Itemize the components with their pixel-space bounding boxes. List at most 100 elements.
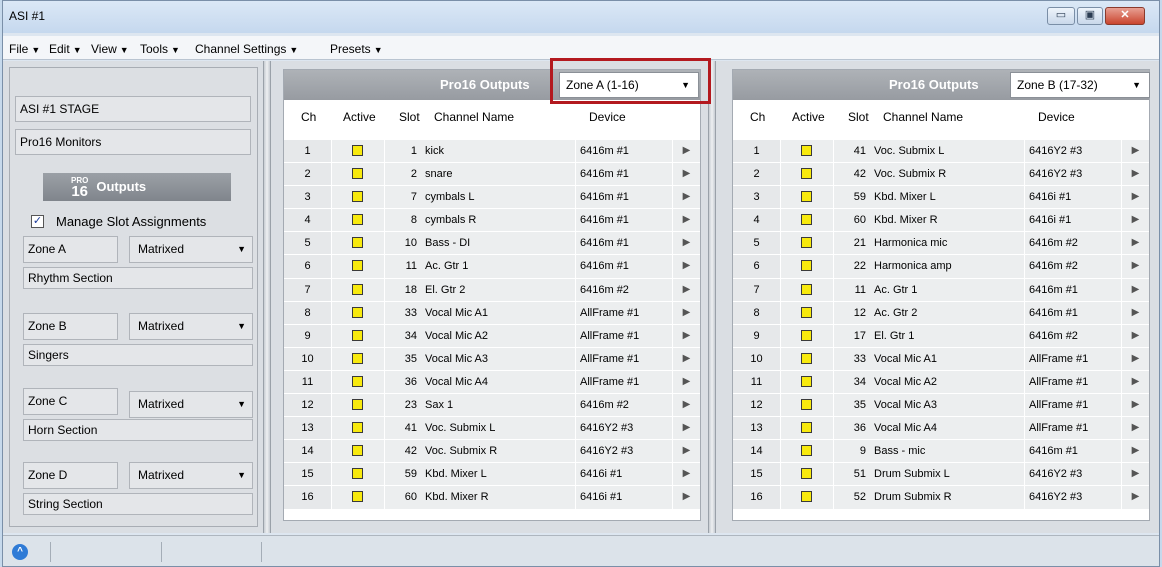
- active-checkbox[interactable]: [352, 283, 363, 295]
- device-desc-field[interactable]: Pro16 Monitors: [15, 129, 251, 155]
- active-checkbox[interactable]: [801, 168, 812, 180]
- active-checkbox[interactable]: [352, 445, 363, 457]
- maximize-button[interactable]: ▣: [1077, 7, 1103, 25]
- zone-desc-field[interactable]: Rhythm Section: [23, 267, 253, 289]
- table-row[interactable]: 14 9 Bass - mic 6416m #1 ▶: [733, 440, 1149, 464]
- row-arrow-icon[interactable]: ▶: [1122, 440, 1149, 463]
- table-row[interactable]: 6 22 Harmonica amp 6416m #2 ▶: [733, 255, 1149, 279]
- row-arrow-icon[interactable]: ▶: [673, 163, 700, 186]
- zone-select[interactable]: Zone B (17-32) ▼: [1010, 72, 1150, 98]
- active-checkbox[interactable]: [801, 375, 812, 387]
- row-arrow-icon[interactable]: ▶: [673, 370, 700, 394]
- table-row[interactable]: 6 11 Ac. Gtr 1 6416m #1 ▶: [284, 255, 700, 279]
- row-arrow-icon[interactable]: ▶: [673, 486, 700, 509]
- device-name-field[interactable]: ASI #1 STAGE: [15, 96, 251, 122]
- active-checkbox[interactable]: [352, 329, 363, 341]
- zone-name-field[interactable]: Zone A: [23, 236, 118, 263]
- table-row[interactable]: 2 42 Voc. Submix R 6416Y2 #3 ▶: [733, 163, 1149, 187]
- table-row[interactable]: 3 7 cymbals L 6416m #1 ▶: [284, 186, 700, 210]
- row-arrow-icon[interactable]: ▶: [1122, 278, 1149, 301]
- row-arrow-icon[interactable]: ▶: [1122, 301, 1149, 324]
- zone-name-field[interactable]: Zone C: [23, 388, 118, 415]
- table-row[interactable]: 14 42 Voc. Submix R 6416Y2 #3 ▶: [284, 440, 700, 464]
- active-checkbox[interactable]: [801, 260, 812, 272]
- menu-tools[interactable]: Tools ▼: [140, 42, 180, 56]
- table-row[interactable]: 8 12 Ac. Gtr 2 6416m #1 ▶: [733, 301, 1149, 325]
- table-row[interactable]: 4 60 Kbd. Mixer R 6416i #1 ▶: [733, 209, 1149, 233]
- active-checkbox[interactable]: [801, 352, 812, 364]
- row-arrow-icon[interactable]: ▶: [1122, 370, 1149, 394]
- menu-edit[interactable]: Edit ▼: [49, 42, 82, 56]
- row-arrow-icon[interactable]: ▶: [673, 417, 700, 440]
- row-arrow-icon[interactable]: ▶: [673, 232, 700, 255]
- table-row[interactable]: 16 52 Drum Submix R 6416Y2 #3 ▶: [733, 486, 1149, 510]
- table-row[interactable]: 10 35 Vocal Mic A3 AllFrame #1 ▶: [284, 347, 700, 371]
- table-row[interactable]: 4 8 cymbals R 6416m #1 ▶: [284, 209, 700, 233]
- active-checkbox[interactable]: [801, 306, 812, 318]
- row-arrow-icon[interactable]: ▶: [673, 186, 700, 209]
- active-checkbox[interactable]: [801, 399, 812, 411]
- table-row[interactable]: 7 18 El. Gtr 2 6416m #2 ▶: [284, 278, 700, 302]
- active-checkbox[interactable]: [801, 445, 812, 457]
- active-checkbox[interactable]: [801, 214, 812, 226]
- row-arrow-icon[interactable]: ▶: [1122, 347, 1149, 370]
- table-row[interactable]: 2 2 snare 6416m #1 ▶: [284, 163, 700, 187]
- table-row[interactable]: 5 10 Bass - DI 6416m #1 ▶: [284, 232, 700, 256]
- row-arrow-icon[interactable]: ▶: [1122, 486, 1149, 509]
- zone-mode-select[interactable]: Matrixed ▼: [129, 462, 253, 489]
- table-row[interactable]: 15 51 Drum Submix L 6416Y2 #3 ▶: [733, 463, 1149, 487]
- table-row[interactable]: 12 23 Sax 1 6416m #2 ▶: [284, 394, 700, 418]
- table-row[interactable]: 1 1 kick 6416m #1 ▶: [284, 140, 700, 164]
- row-arrow-icon[interactable]: ▶: [1122, 417, 1149, 440]
- active-checkbox[interactable]: [352, 352, 363, 364]
- menu-channel-settings[interactable]: Channel Settings ▼: [195, 42, 298, 56]
- close-button[interactable]: ✕: [1105, 7, 1145, 25]
- row-arrow-icon[interactable]: ▶: [1122, 140, 1149, 163]
- active-checkbox[interactable]: [352, 491, 363, 503]
- zone-desc-field[interactable]: String Section: [23, 493, 253, 515]
- active-checkbox[interactable]: [352, 468, 363, 480]
- row-arrow-icon[interactable]: ▶: [673, 394, 700, 417]
- table-row[interactable]: 13 36 Vocal Mic A4 AllFrame #1 ▶: [733, 417, 1149, 441]
- active-checkbox[interactable]: [352, 422, 363, 434]
- menu-presets[interactable]: Presets ▼: [330, 42, 383, 56]
- active-checkbox[interactable]: [801, 329, 812, 341]
- table-row[interactable]: 1 41 Voc. Submix L 6416Y2 #3 ▶: [733, 140, 1149, 164]
- row-arrow-icon[interactable]: ▶: [1122, 232, 1149, 255]
- active-checkbox[interactable]: [801, 283, 812, 295]
- table-row[interactable]: 9 17 El. Gtr 1 6416m #2 ▶: [733, 324, 1149, 348]
- minimize-button[interactable]: ▭: [1047, 7, 1075, 25]
- table-row[interactable]: 13 41 Voc. Submix L 6416Y2 #3 ▶: [284, 417, 700, 441]
- panel-divider[interactable]: [708, 61, 716, 533]
- row-arrow-icon[interactable]: ▶: [1122, 394, 1149, 417]
- row-arrow-icon[interactable]: ▶: [673, 463, 700, 486]
- table-row[interactable]: 8 33 Vocal Mic A1 AllFrame #1 ▶: [284, 301, 700, 325]
- collapse-up-icon[interactable]: ^: [12, 544, 28, 560]
- active-checkbox[interactable]: [352, 237, 363, 249]
- active-checkbox[interactable]: [352, 375, 363, 387]
- row-arrow-icon[interactable]: ▶: [673, 301, 700, 324]
- table-row[interactable]: 9 34 Vocal Mic A2 AllFrame #1 ▶: [284, 324, 700, 348]
- active-checkbox[interactable]: [801, 145, 812, 156]
- zone-name-field[interactable]: Zone D: [23, 462, 118, 489]
- zone-mode-select[interactable]: Matrixed ▼: [129, 391, 253, 418]
- active-checkbox[interactable]: [352, 306, 363, 318]
- active-checkbox[interactable]: [801, 491, 812, 503]
- row-arrow-icon[interactable]: ▶: [1122, 324, 1149, 347]
- menu-view[interactable]: View ▼: [91, 42, 129, 56]
- table-row[interactable]: 11 34 Vocal Mic A2 AllFrame #1 ▶: [733, 370, 1149, 395]
- row-arrow-icon[interactable]: ▶: [673, 347, 700, 370]
- table-row[interactable]: 12 35 Vocal Mic A3 AllFrame #1 ▶: [733, 394, 1149, 418]
- manage-slot-checkbox[interactable]: ✓: [31, 215, 44, 228]
- row-arrow-icon[interactable]: ▶: [673, 255, 700, 278]
- row-arrow-icon[interactable]: ▶: [1122, 209, 1149, 232]
- table-row[interactable]: 11 36 Vocal Mic A4 AllFrame #1 ▶: [284, 370, 700, 395]
- row-arrow-icon[interactable]: ▶: [1122, 463, 1149, 486]
- table-row[interactable]: 5 21 Harmonica mic 6416m #2 ▶: [733, 232, 1149, 256]
- panel-divider[interactable]: [263, 61, 271, 533]
- active-checkbox[interactable]: [801, 468, 812, 480]
- active-checkbox[interactable]: [801, 237, 812, 249]
- zone-mode-select[interactable]: Matrixed ▼: [129, 236, 253, 263]
- table-row[interactable]: 10 33 Vocal Mic A1 AllFrame #1 ▶: [733, 347, 1149, 371]
- active-checkbox[interactable]: [352, 260, 363, 272]
